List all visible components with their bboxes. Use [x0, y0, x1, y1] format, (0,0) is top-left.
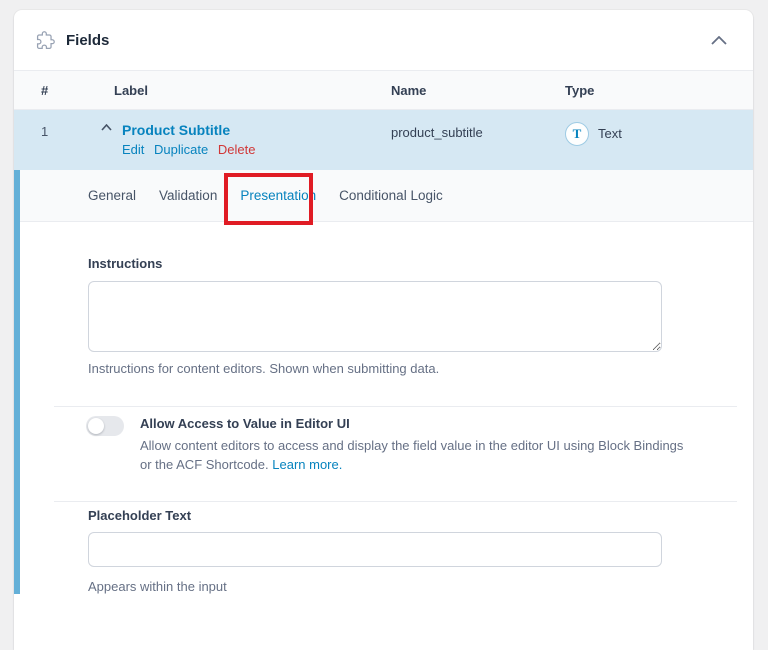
editor-access-description-text: Allow content editors to access and disp… — [140, 438, 684, 472]
field-type-value: Text — [598, 126, 622, 141]
tab-conditional-logic[interactable]: Conditional Logic — [339, 188, 443, 203]
editor-access-setting: Allow Access to Value in Editor UI Allow… — [20, 407, 753, 501]
collapse-field-button[interactable] — [101, 122, 122, 138]
field-row-actions: Edit Duplicate Delete — [122, 143, 391, 157]
placeholder-label: Placeholder Text — [88, 508, 192, 523]
fields-table-header: # Label Name Type — [14, 70, 753, 110]
field-settings-tabbar: General Validation Presentation Conditio… — [20, 170, 753, 222]
chevron-up-icon — [101, 124, 112, 131]
field-row-main: Product Subtitle Edit Duplicate Delete — [122, 122, 391, 170]
learn-more-link[interactable]: Learn more. — [272, 457, 342, 472]
fields-panel: Fields # Label Name Type 1 Product Subti… — [14, 10, 753, 650]
fields-panel-header: Fields — [14, 10, 753, 70]
field-name-value: product_subtitle — [391, 125, 483, 140]
instructions-textarea[interactable] — [88, 281, 662, 352]
field-type-cell: T Text — [565, 122, 753, 170]
editor-access-toggle[interactable] — [86, 416, 124, 436]
column-header-number: # — [41, 82, 49, 98]
field-label-link[interactable]: Product Subtitle — [122, 122, 391, 138]
text-type-icon: T — [565, 122, 589, 146]
toggle-knob — [88, 418, 104, 434]
column-header-name: Name — [391, 82, 427, 98]
instructions-help: Instructions for content editors. Shown … — [88, 361, 440, 376]
delete-link[interactable]: Delete — [218, 142, 256, 157]
tab-presentation[interactable]: Presentation — [240, 188, 316, 203]
placeholder-input[interactable] — [88, 532, 662, 567]
instructions-label: Instructions — [88, 256, 163, 271]
duplicate-link[interactable]: Duplicate — [154, 142, 208, 157]
edit-link[interactable]: Edit — [122, 142, 144, 157]
panel-title: Fields — [66, 31, 110, 49]
tab-validation[interactable]: Validation — [159, 188, 217, 203]
chevron-up-icon — [711, 35, 727, 45]
field-row[interactable]: 1 Product Subtitle Edit Duplicate Delete… — [14, 110, 753, 170]
field-settings: General Validation Presentation Conditio… — [14, 170, 753, 594]
instructions-setting: Instructions Instructions for content ed… — [20, 222, 753, 406]
column-header-label: Label — [114, 82, 148, 98]
tab-general[interactable]: General — [88, 188, 136, 203]
editor-access-label: Allow Access to Value in Editor UI — [140, 416, 350, 431]
placeholder-setting: Placeholder Text Appears within the inpu… — [20, 502, 753, 594]
placeholder-help: Appears within the input — [88, 579, 227, 594]
puzzle-icon — [36, 30, 55, 50]
editor-access-texts: Allow Access to Value in Editor UI Allow… — [140, 416, 688, 474]
field-row-index: 1 — [41, 124, 49, 139]
column-header-type: Type — [565, 82, 595, 98]
editor-access-description: Allow content editors to access and disp… — [140, 436, 688, 474]
collapse-panel-button[interactable] — [707, 32, 731, 49]
